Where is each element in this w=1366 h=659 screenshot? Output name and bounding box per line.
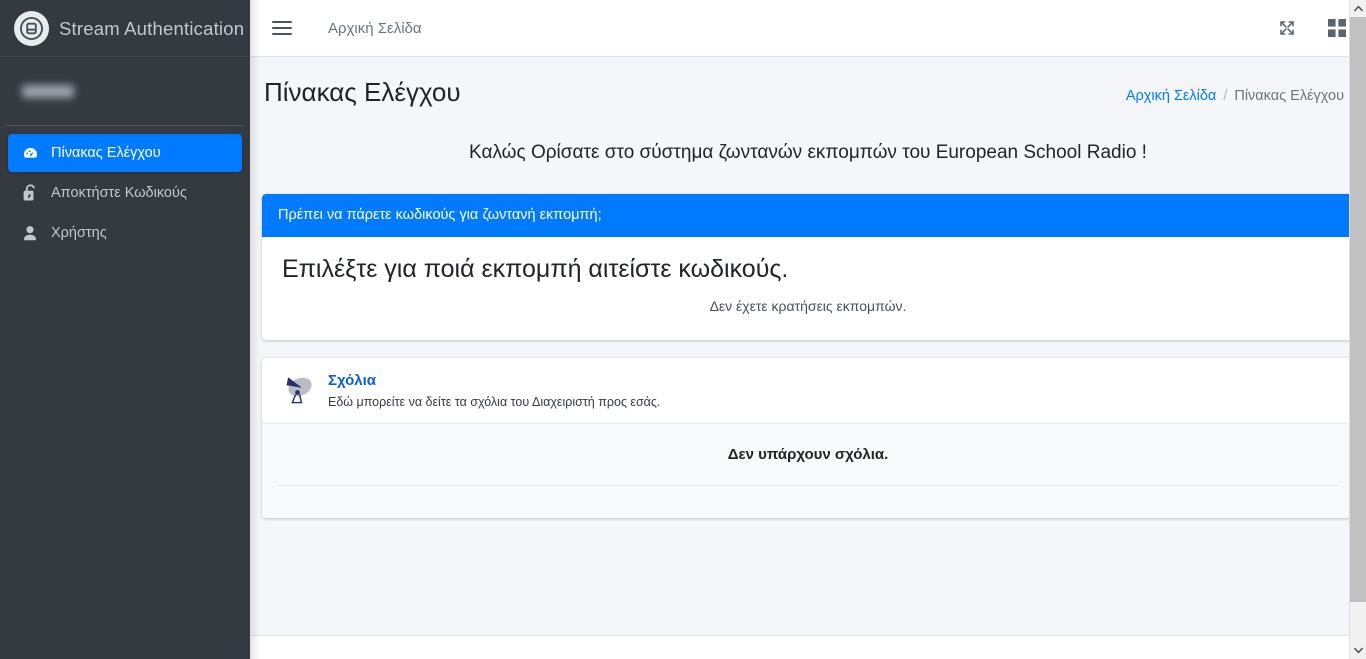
sidebar-brand-title: Stream Authentication — [59, 17, 245, 39]
satellite-dish-icon — [282, 373, 316, 405]
topbar-home-link[interactable]: Αρχική Σελίδα — [328, 20, 422, 37]
sidebar-item-get-codes-label: Αποκτήστε Κωδικούς — [51, 184, 187, 201]
breadcrumb-home-link[interactable]: Αρχική Σελίδα — [1126, 88, 1216, 104]
content-area: Πίνακας Ελέγχου Αρχική Σελίδα / Πίνακας … — [250, 57, 1366, 635]
dashboard-icon — [18, 145, 42, 162]
comments-card-footer — [262, 486, 1354, 519]
hamburger-icon[interactable] — [272, 18, 294, 38]
fullscreen-expand-icon[interactable] — [1276, 17, 1298, 39]
breadcrumb-separator: / — [1223, 87, 1228, 104]
topbar-actions — [1276, 17, 1348, 39]
content-container: Πρέπει να πάρετε κωδικούς για ζωντανή εκ… — [250, 194, 1366, 519]
scrollbar-down-button[interactable] — [1349, 642, 1366, 659]
comments-card-text: Σχόλια Εδώ μπορείτε να δείτε τα σχόλια τ… — [328, 372, 660, 410]
sidebar-user-block[interactable] — [6, 57, 244, 126]
main-region: Αρχική Σελίδα Πίνακας Ελέγχου Αρχική Σελ… — [250, 0, 1366, 659]
codes-card-empty-text: Δεν έχετε κρατήσεις εκπομπών. — [709, 298, 907, 315]
sidebar-item-dashboard-label: Πίνακας Ελέγχου — [51, 144, 161, 161]
app-root: Stream Authentication Πίνακας Ελέγχου Απ… — [0, 0, 1366, 659]
user-icon — [18, 225, 42, 242]
topbar: Αρχική Σελίδα — [250, 0, 1366, 57]
sidebar-username-redacted — [22, 84, 74, 98]
comments-card-body: Δεν υπάρχουν σχόλια. — [262, 424, 1354, 487]
content-header: Πίνακας Ελέγχου Αρχική Σελίδα / Πίνακας … — [250, 57, 1366, 114]
unlock-icon — [18, 184, 42, 202]
page-title: Πίνακας Ελέγχου — [264, 77, 461, 107]
comments-card-title[interactable]: Σχόλια — [328, 372, 376, 391]
sidebar-brand[interactable]: Stream Authentication — [0, 0, 250, 57]
scrollbar-track[interactable] — [1349, 17, 1366, 642]
sidebar: Stream Authentication Πίνακας Ελέγχου Απ… — [0, 0, 250, 659]
codes-card-header: Πρέπει να πάρετε κωδικούς για ζωντανή εκ… — [262, 194, 1354, 238]
page-scrollbar[interactable] — [1349, 0, 1366, 659]
breadcrumb: Αρχική Σελίδα / Πίνακας Ελέγχου — [1126, 82, 1344, 104]
scrollbar-thumb[interactable] — [1349, 17, 1366, 602]
sidebar-item-dashboard[interactable]: Πίνακας Ελέγχου — [8, 134, 242, 172]
page-footer — [250, 635, 1366, 659]
comments-card-subtitle: Εδώ μπορείτε να δείτε τα σχόλια του Διαχ… — [328, 394, 661, 409]
breadcrumb-current: Πίνακας Ελέγχου — [1234, 87, 1344, 104]
sidebar-item-get-codes[interactable]: Αποκτήστε Κωδικούς — [8, 174, 242, 212]
sidebar-nav: Πίνακας Ελέγχου Αποκτήστε Κωδικούς Χρήστ… — [0, 126, 250, 252]
comments-empty-text: Δεν υπάρχουν σχόλια. — [727, 446, 889, 464]
codes-card-body: Επιλέξτε για ποιά εκπομπή αιτείστε κωδικ… — [262, 237, 1354, 341]
sidebar-item-user-label: Χρήστης — [51, 224, 107, 241]
sidebar-item-user[interactable]: Χρήστης — [8, 214, 242, 252]
scrollbar-up-button[interactable] — [1349, 0, 1366, 17]
app-logo-icon — [14, 11, 49, 46]
grid-widgets-icon[interactable] — [1326, 17, 1348, 39]
codes-card: Πρέπει να πάρετε κωδικούς για ζωντανή εκ… — [262, 194, 1354, 341]
comments-card: Σχόλια Εδώ μπορείτε να δείτε τα σχόλια τ… — [262, 358, 1354, 519]
comments-card-header: Σχόλια Εδώ μπορείτε να δείτε τα σχόλια τ… — [262, 358, 1354, 425]
welcome-message: Καλώς Ορίσατε στο σύστημα ζωντανών εκπομ… — [469, 142, 1147, 164]
codes-card-heading: Επιλέξτε για ποιά εκπομπή αιτείστε κωδικ… — [282, 255, 789, 284]
